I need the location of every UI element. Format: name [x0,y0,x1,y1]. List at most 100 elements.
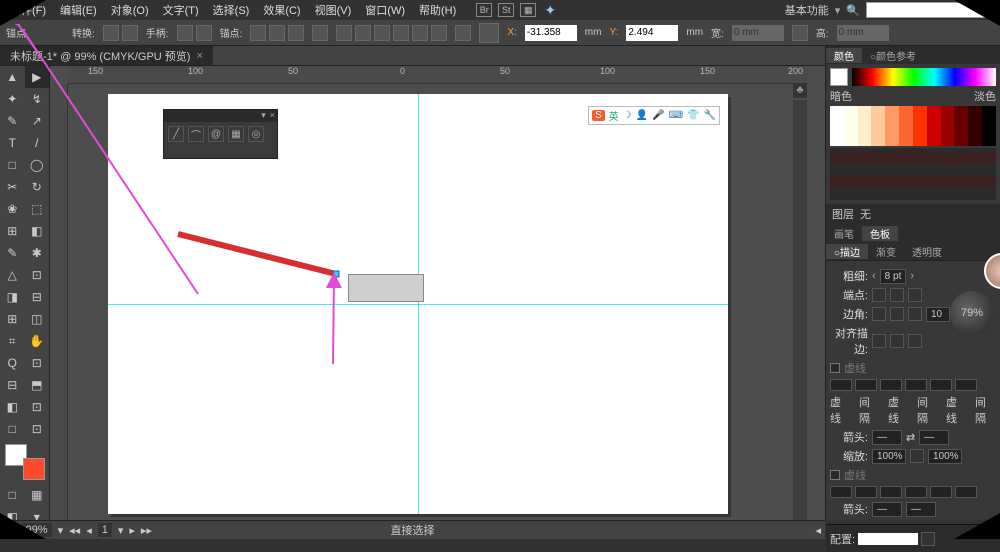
menu-object[interactable]: 对象(O) [105,0,155,20]
dashed-checkbox[interactable] [830,470,840,480]
ime-toolbar[interactable]: S 英 ☽ 👤 🎤 ⌨ 👕 🔧 [588,106,720,125]
tool-button[interactable]: ⌗ [0,330,25,352]
dash-input[interactable] [955,486,977,498]
dash-input[interactable] [880,486,902,498]
cap-butt-icon[interactable] [872,288,886,302]
swatch[interactable] [844,136,858,146]
swatch[interactable] [858,136,872,146]
arrange-icon[interactable]: ▦ [520,3,536,17]
menu-window[interactable]: 窗口(W) [359,0,411,20]
swatch[interactable] [927,106,941,116]
x-input[interactable]: -31.358 [525,25,577,41]
swatch[interactable] [871,106,885,116]
align-stroke-icon[interactable] [872,334,886,348]
swatch[interactable] [941,116,955,126]
keyboard-icon[interactable]: ⌨ [669,110,683,121]
swatch[interactable] [844,116,858,126]
tool-button[interactable]: ⊡ [25,264,50,286]
tip-select[interactable]: — [906,502,936,517]
swatch[interactable] [968,126,982,136]
corner-icon[interactable] [890,307,904,321]
align-icon[interactable] [412,25,428,41]
cut-path-icon[interactable] [312,25,328,41]
next-icon[interactable]: ▸▸ [141,524,152,537]
swatch[interactable] [954,116,968,126]
stroke-tab[interactable]: ○描边 [826,244,868,259]
align-icon[interactable] [393,25,409,41]
tool-button[interactable]: ✋ [25,330,50,352]
swatch[interactable] [968,116,982,126]
swatch[interactable] [941,136,955,146]
swatch[interactable] [830,116,844,126]
corner-icon[interactable] [908,307,922,321]
swatch[interactable] [968,136,982,146]
swatch[interactable] [885,126,899,136]
tool-button[interactable]: ✎ [0,242,25,264]
align-icon[interactable] [336,25,352,41]
tool-button[interactable]: ✎ [0,110,25,132]
dash-input[interactable] [855,486,877,498]
swatch[interactable] [927,116,941,126]
grid-tool-icon[interactable]: ▦ [228,126,244,142]
swatch[interactable] [899,106,913,116]
swatch[interactable] [885,136,899,146]
tool-button[interactable]: ❀ [0,198,25,220]
tool-button[interactable]: ↗ [25,110,50,132]
swap-icon[interactable]: ⇄ [906,431,915,444]
swatch[interactable] [899,116,913,126]
swatch-rows[interactable] [830,148,996,200]
swatch[interactable] [927,136,941,146]
next-icon[interactable]: ▸ [129,524,135,537]
polar-grid-icon[interactable]: ◎ [248,126,264,142]
corner-icon[interactable] [872,307,886,321]
menu-type[interactable]: 文字(T) [157,0,205,20]
swatch[interactable] [858,106,872,116]
swatches-grid[interactable] [830,106,996,146]
tool-button[interactable]: ✦ [0,88,25,110]
tool-button[interactable]: ▲ [0,66,25,88]
swatch[interactable] [899,126,913,136]
tool-button[interactable]: ↻ [25,176,50,198]
prev-icon[interactable]: ◂ [86,524,92,537]
scroll-left-icon[interactable]: ◂ [815,524,821,537]
anchor-icon[interactable] [288,25,304,41]
spiral-tool-icon[interactable]: @ [208,126,224,142]
panel-close-icon[interactable]: × [270,110,275,122]
swatch[interactable] [982,106,996,116]
align-stroke-icon[interactable] [908,334,922,348]
arrow-end-select[interactable]: — [919,430,949,445]
swatch[interactable] [871,136,885,146]
dash-input[interactable] [855,379,877,391]
fill-stroke-swatch[interactable] [5,444,45,480]
tool-button[interactable]: ↯ [25,88,50,110]
stroke-weight-input[interactable]: 8 pt [880,269,907,284]
canvas[interactable]: X: -31.36 mm Y: 2.49 mm ▾× ╱ ⌒ @ ▦ ◎ S 英… [68,84,807,520]
prev-icon[interactable]: ◂◂ [69,524,80,537]
stroke-swatch[interactable] [23,458,45,480]
tool-button[interactable]: △ [0,264,25,286]
tool-button[interactable]: ⊡ [25,352,50,374]
stock-button[interactable]: St [498,3,514,17]
dash-input[interactable] [905,486,927,498]
swatch[interactable] [968,106,982,116]
horizontal-ruler[interactable]: 150 100 50 0 50 100 150 200 [68,66,807,84]
scale2-input[interactable]: 100% [928,449,962,464]
cap-square-icon[interactable] [908,288,922,302]
brushes-tab[interactable]: 画笔 [826,226,862,241]
swatch[interactable] [830,126,844,136]
swatch[interactable] [830,136,844,146]
swatches-tab[interactable]: 色板 [862,226,898,241]
mic-icon[interactable]: 🎤 [652,110,664,121]
tool-button[interactable]: ⊞ [0,220,25,242]
swatch[interactable] [858,116,872,126]
tool-button[interactable]: ◯ [25,154,50,176]
dash-input[interactable] [830,486,852,498]
tool-button[interactable]: ⊡ [25,418,50,440]
handle-icon[interactable] [177,25,193,41]
anchor-icon[interactable] [269,25,285,41]
cap-round-icon[interactable] [890,288,904,302]
arrow-start-select[interactable]: — [872,430,902,445]
handle-icon[interactable] [196,25,212,41]
tool-button[interactable]: Q [0,352,25,374]
swatch[interactable] [941,126,955,136]
